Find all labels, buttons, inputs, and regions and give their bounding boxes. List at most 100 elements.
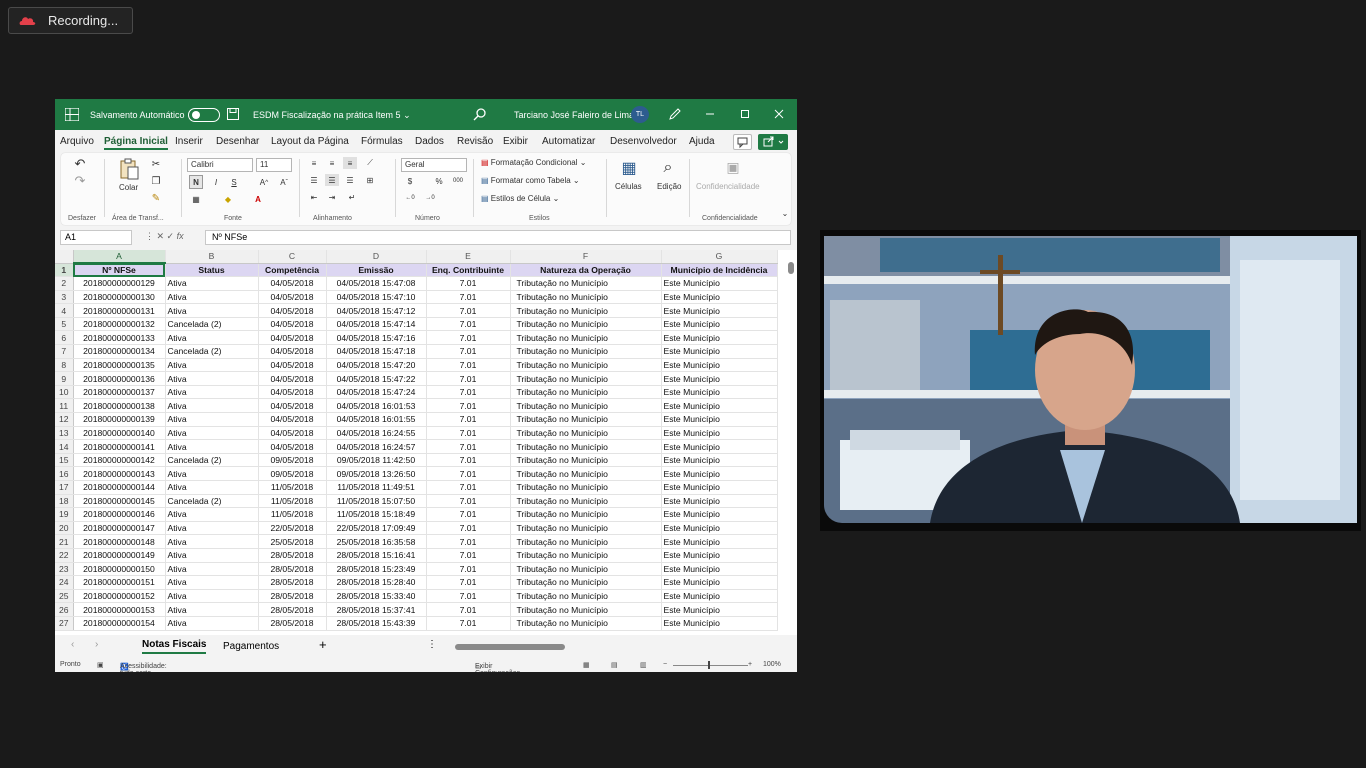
table-cell[interactable]: Tributação no Município xyxy=(510,317,662,332)
table-cell[interactable]: Este Município xyxy=(661,385,778,400)
table-cell[interactable]: 7.01 xyxy=(426,548,511,563)
table-cell[interactable]: Ativa xyxy=(165,303,259,318)
wrap-text-icon[interactable]: ↵ xyxy=(345,191,359,203)
table-cell[interactable]: 04/05/2018 xyxy=(258,344,327,359)
row-number[interactable]: 14 xyxy=(55,439,74,454)
table-cell[interactable]: Ativa xyxy=(165,358,259,373)
table-cell[interactable]: Ativa xyxy=(165,616,259,631)
table-cell[interactable]: Cancelada (2) xyxy=(165,317,259,332)
table-cell[interactable]: 7.01 xyxy=(426,534,511,549)
table-cell[interactable]: 28/05/2018 xyxy=(258,575,327,590)
table-cell[interactable]: Tributação no Município xyxy=(510,439,662,454)
table-cell[interactable]: Ativa xyxy=(165,521,259,536)
table-cell[interactable]: Cancelada (2) xyxy=(165,494,259,509)
table-cell[interactable]: Este Município xyxy=(661,276,778,291)
row-number[interactable]: 11 xyxy=(55,398,74,414)
table-cell[interactable]: Este Município xyxy=(661,521,778,536)
table-cell[interactable]: 04/05/2018 15:47:12 xyxy=(326,303,427,318)
thousands-icon[interactable]: 000 xyxy=(451,175,465,187)
table-cell[interactable]: Ativa xyxy=(165,575,259,590)
tab-pagina-inicial[interactable]: Página Inicial xyxy=(104,136,168,150)
table-cell[interactable]: Ativa xyxy=(165,371,259,386)
table-cell[interactable]: Ativa xyxy=(165,480,259,495)
table-cell[interactable]: 04/05/2018 xyxy=(258,276,327,291)
table-cell[interactable]: 7.01 xyxy=(426,276,511,291)
table-cell[interactable]: 28/05/2018 15:37:41 xyxy=(326,602,427,617)
table-cell[interactable]: 28/05/2018 xyxy=(258,548,327,563)
table-cell[interactable]: 201800000000150 xyxy=(73,562,166,577)
increase-font-icon[interactable]: A ^ xyxy=(257,175,271,189)
table-cell[interactable]: 04/05/2018 xyxy=(258,398,327,414)
table-cell[interactable]: 7.01 xyxy=(426,290,511,305)
table-cell[interactable]: 201800000000135 xyxy=(73,358,166,373)
table-cell[interactable]: 28/05/2018 15:16:41 xyxy=(326,548,427,563)
table-cell[interactable]: Ativa xyxy=(165,507,259,522)
table-cell[interactable]: 201800000000130 xyxy=(73,290,166,305)
table-cell[interactable]: Tributação no Município xyxy=(510,330,662,346)
table-cell[interactable]: 28/05/2018 xyxy=(258,562,327,577)
table-cell[interactable]: 11/05/2018 11:49:51 xyxy=(326,480,427,495)
merge-icon[interactable]: ⊞ xyxy=(363,174,377,186)
pen-icon[interactable] xyxy=(668,107,682,121)
search-icon[interactable]: ⌕ xyxy=(658,158,678,178)
table-cell[interactable]: 7.01 xyxy=(426,412,511,427)
zoom-slider-thumb[interactable] xyxy=(708,661,710,669)
borders-icon[interactable]: ▦ xyxy=(189,192,203,206)
table-cell[interactable]: Tributação no Município xyxy=(510,344,662,359)
table-cell[interactable]: 7.01 xyxy=(426,358,511,373)
table-cell[interactable]: Ativa xyxy=(165,548,259,563)
table-cell[interactable]: 11/05/2018 xyxy=(258,494,327,509)
row-number[interactable]: 19 xyxy=(55,507,74,522)
table-cell[interactable]: Este Município xyxy=(661,330,778,346)
confidentiality-label[interactable]: Confidencialidade xyxy=(696,182,760,191)
table-cell[interactable]: Tributação no Município xyxy=(510,602,662,617)
row-number[interactable]: 15 xyxy=(55,453,74,468)
italic-button[interactable]: I xyxy=(209,175,223,189)
table-cell[interactable]: Este Município xyxy=(661,412,778,427)
table-cell[interactable]: 04/05/2018 xyxy=(258,358,327,373)
tab-layout[interactable]: Layout da Página xyxy=(271,136,349,147)
table-cell[interactable]: Este Município xyxy=(661,466,778,481)
table-cell[interactable]: 04/05/2018 16:01:55 xyxy=(326,412,427,427)
table-cell[interactable]: Tributação no Município xyxy=(510,480,662,495)
table-cell[interactable]: Este Município xyxy=(661,534,778,549)
table-cell[interactable]: 04/05/2018 xyxy=(258,303,327,318)
tab-desenvolvedor[interactable]: Desenvolvedor xyxy=(610,136,677,147)
table-cell[interactable]: 25/05/2018 xyxy=(258,534,327,549)
table-cell[interactable]: 04/05/2018 xyxy=(258,426,327,441)
table-cell[interactable]: Ativa xyxy=(165,426,259,441)
column-header[interactable]: G xyxy=(661,250,778,264)
column-header[interactable]: D xyxy=(326,250,427,264)
tab-automatizar[interactable]: Automatizar xyxy=(542,136,595,147)
table-cell[interactable]: 201800000000133 xyxy=(73,330,166,346)
table-cell[interactable]: Este Município xyxy=(661,303,778,318)
table-cell[interactable]: 7.01 xyxy=(426,344,511,359)
table-cell[interactable]: 11/05/2018 xyxy=(258,507,327,522)
decrease-indent-icon[interactable]: ⇤ xyxy=(307,191,321,203)
table-cell[interactable]: Este Município xyxy=(661,398,778,414)
row-number[interactable]: 17 xyxy=(55,480,74,495)
table-cell[interactable]: Ativa xyxy=(165,534,259,549)
table-cell[interactable]: Cancelada (2) xyxy=(165,453,259,468)
table-cell[interactable]: Este Município xyxy=(661,480,778,495)
table-cell[interactable]: 28/05/2018 15:43:39 xyxy=(326,616,427,631)
share-button[interactable] xyxy=(758,134,788,150)
table-cell[interactable]: Este Município xyxy=(661,562,778,577)
table-cell[interactable]: 201800000000143 xyxy=(73,466,166,481)
column-header[interactable]: F xyxy=(510,250,662,264)
header-cell[interactable]: Natureza da Operação xyxy=(510,263,662,278)
table-cell[interactable]: Ativa xyxy=(165,562,259,577)
table-cell[interactable]: 04/05/2018 16:01:53 xyxy=(326,398,427,414)
document-title[interactable]: ESDM Fiscalização na prática Item 5 ⌄ xyxy=(253,110,411,121)
header-cell[interactable]: Enq. Contribuinte xyxy=(426,263,511,278)
table-cell[interactable]: Ativa xyxy=(165,412,259,427)
table-cell[interactable]: Este Município xyxy=(661,344,778,359)
row-number[interactable]: 20 xyxy=(55,521,74,536)
copy-icon[interactable]: ❐ xyxy=(149,174,163,188)
cell-styles-button[interactable]: ▤ Estilos de Célula ⌄ xyxy=(481,194,559,203)
column-header[interactable]: C xyxy=(258,250,327,264)
tab-revisao[interactable]: Revisão xyxy=(457,136,493,147)
tab-ajuda[interactable]: Ajuda xyxy=(689,136,715,147)
table-cell[interactable]: Ativa xyxy=(165,290,259,305)
table-cell[interactable]: Tributação no Município xyxy=(510,276,662,291)
